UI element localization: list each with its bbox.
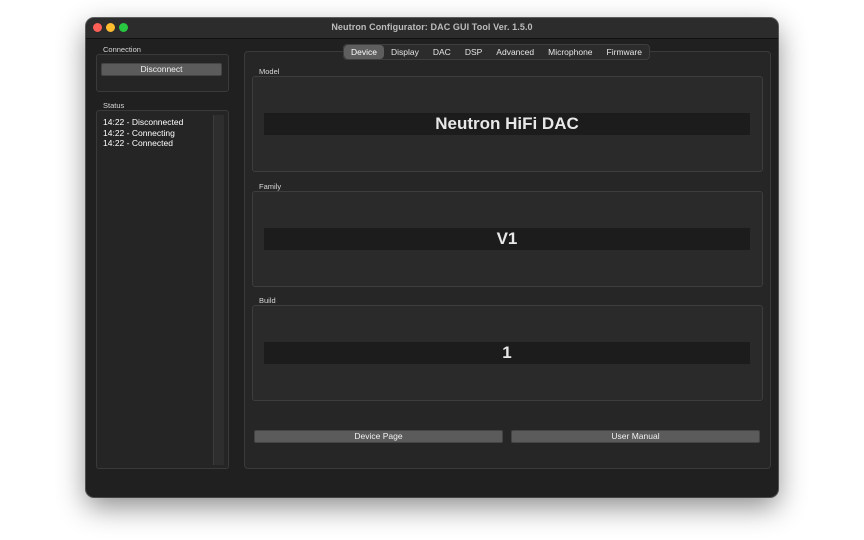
tab-bar: Device Display DAC DSP Advanced Micropho… xyxy=(343,44,650,60)
status-line: 14:22 - Connecting xyxy=(103,127,175,138)
tab-display[interactable]: Display xyxy=(384,45,426,59)
tab-microphone[interactable]: Microphone xyxy=(541,45,599,59)
status-log-list[interactable]: 14:22 - Disconnected 14:22 - Connecting … xyxy=(103,117,211,463)
user-manual-button[interactable]: User Manual xyxy=(511,430,760,443)
model-group: Neutron HiFi DAC xyxy=(252,76,763,172)
connection-group: Disconnect xyxy=(96,54,229,92)
build-value: 1 xyxy=(264,342,750,364)
status-log-panel: 14:22 - Disconnected 14:22 - Connecting … xyxy=(96,110,229,469)
build-group: 1 xyxy=(252,305,763,401)
app-window: Neutron Configurator: DAC GUI Tool Ver. … xyxy=(86,18,778,497)
family-group: V1 xyxy=(252,191,763,287)
tab-dac[interactable]: DAC xyxy=(426,45,458,59)
device-page-button[interactable]: Device Page xyxy=(254,430,503,443)
status-line: 14:22 - Connected xyxy=(103,138,173,148)
window-title: Neutron Configurator: DAC GUI Tool Ver. … xyxy=(331,22,533,32)
status-scrollbar[interactable] xyxy=(213,115,224,465)
title-bar[interactable]: Neutron Configurator: DAC GUI Tool Ver. … xyxy=(86,18,778,39)
tab-device[interactable]: Device xyxy=(344,45,384,59)
family-value: V1 xyxy=(264,228,750,250)
model-value: Neutron HiFi DAC xyxy=(264,113,750,135)
tab-advanced[interactable]: Advanced xyxy=(489,45,541,59)
build-group-label: Build xyxy=(259,296,276,305)
disconnect-button[interactable]: Disconnect xyxy=(101,63,222,76)
model-group-label: Model xyxy=(259,67,280,76)
connection-group-label: Connection xyxy=(103,45,141,54)
family-group-label: Family xyxy=(259,182,282,191)
status-line: 14:22 - Disconnected xyxy=(103,117,184,127)
tab-dsp[interactable]: DSP xyxy=(458,45,489,59)
status-group-label: Status xyxy=(103,101,125,110)
tab-firmware[interactable]: Firmware xyxy=(600,45,649,59)
